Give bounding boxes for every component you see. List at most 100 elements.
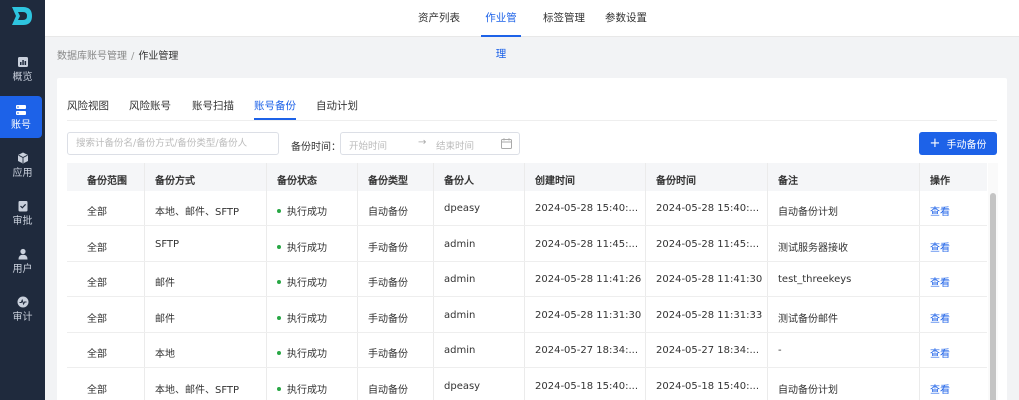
view-link[interactable]: 查看 xyxy=(930,203,950,218)
cell-scope: 全部 xyxy=(87,349,107,360)
subtab-account-backup[interactable]: 账号备份 xyxy=(254,98,296,120)
cell-scope: 全部 xyxy=(87,384,107,396)
status-text: 执行成功 xyxy=(287,207,327,218)
cell-scope: 全部 xyxy=(87,207,107,218)
date-range-picker[interactable]: 开始时间 → 结束时间 xyxy=(340,132,520,155)
subtab-risk-view[interactable]: 风险视图 xyxy=(67,98,109,113)
cell-created-time: 2024-05-18 15:40:... xyxy=(535,380,639,392)
cell-type: 手动备份 xyxy=(368,278,408,289)
server-icon xyxy=(15,104,27,116)
sidebar-item-overview[interactable]: 概览 xyxy=(0,48,45,90)
header-backup-user: 备份人 xyxy=(444,176,474,187)
start-time-input[interactable]: 开始时间 xyxy=(349,138,387,152)
cell-user: admin xyxy=(444,274,476,285)
cell-remark: 自动备份计划 xyxy=(778,207,838,218)
sidebar-item-label: 审批 xyxy=(12,215,33,227)
cell-user: admin xyxy=(444,345,476,356)
cell-method: SFTP xyxy=(155,238,180,250)
status-dot-icon xyxy=(277,209,281,213)
plus-icon: + xyxy=(929,135,941,151)
subtab-risk-accounts[interactable]: 风险账号 xyxy=(129,98,171,113)
manual-backup-label: 手动备份 xyxy=(946,140,987,151)
manual-backup-button[interactable]: + 手动备份 xyxy=(919,132,997,155)
pulse-icon xyxy=(17,296,29,308)
cell-remark: 测试备份邮件 xyxy=(778,313,838,325)
sidebar-item-label: 审计 xyxy=(12,311,33,323)
end-time-input[interactable]: 结束时间 xyxy=(436,138,474,152)
sidebar-item-approval[interactable]: 审批 xyxy=(0,192,45,234)
cell-method: 邮件 xyxy=(155,313,175,325)
cell-remark: 自动备份计划 xyxy=(778,384,838,396)
table-row: 全部 邮件 执行成功 手动备份 admin 2024-05-28 11:41:26 2024… xyxy=(67,262,987,297)
status-text: 执行成功 xyxy=(287,278,327,289)
cell-created-time: 2024-05-28 11:41:26 xyxy=(535,274,642,285)
cell-scope: 全部 xyxy=(87,278,107,289)
cell-status: 执行成功 xyxy=(277,274,327,289)
header-backup-type: 备份类型 xyxy=(368,176,408,187)
chart-icon xyxy=(17,56,29,68)
cell-backup-time: 2024-05-18 15:40:... xyxy=(656,380,760,392)
arrow-right-icon: → xyxy=(418,137,427,148)
status-dot-icon xyxy=(277,244,281,249)
sidebar-item-label: 概览 xyxy=(12,71,33,83)
tab-asset-list[interactable]: 资产列表 xyxy=(418,0,460,37)
table-header: 备份范围 备份方式 备份状态 备份类型 备份人 创建时间 备份时间 备注 操作 xyxy=(67,163,987,191)
cell-status: 执行成功 xyxy=(277,203,327,218)
cell-method: 本地、邮件、SFTP xyxy=(155,207,240,218)
sidebar-item-apps[interactable]: 应用 xyxy=(0,144,45,186)
table-row: 全部 邮件 执行成功 手动备份 admin 2024-05-28 11:31:30 2024… xyxy=(67,298,987,333)
sidebar: 概览 账号 应用 审批 用户 审计 xyxy=(0,0,45,400)
cell-type: 自动备份 xyxy=(368,207,408,218)
breadcrumb-parent[interactable]: 数据库账号管理 xyxy=(57,51,127,62)
status-text: 执行成功 xyxy=(287,313,327,325)
logo-icon[interactable] xyxy=(9,4,35,28)
status-dot-icon xyxy=(277,386,281,391)
table-row: 全部 SFTP 执行成功 手动备份 admin 2024-05-28 11:45:... 2… xyxy=(67,227,987,262)
cell-status: 执行成功 xyxy=(277,345,327,360)
sidebar-item-audit[interactable]: 审计 xyxy=(0,288,45,330)
main-card: 风险视图 风险账号 账号扫描 账号备份 自动计划 备份时间： 开始时间 → 结束… xyxy=(57,78,1007,400)
cell-created-time: 2024-05-28 11:31:30 xyxy=(535,309,642,321)
scrollbar-thumb[interactable] xyxy=(990,193,996,400)
tab-parameter-settings[interactable]: 参数设置 xyxy=(605,0,647,37)
cell-scope: 全部 xyxy=(87,313,107,325)
view-link[interactable]: 查看 xyxy=(930,310,950,325)
cell-type: 自动备份 xyxy=(368,384,408,396)
view-link[interactable]: 查看 xyxy=(930,239,950,254)
view-link[interactable]: 查看 xyxy=(930,274,950,289)
header-backup-time: 备份时间 xyxy=(656,176,696,187)
table-row: 全部 本地、邮件、SFTP 执行成功 自动备份 dpeasy 2024-05-28 15:… xyxy=(67,191,987,226)
header-remark: 备注 xyxy=(778,176,798,187)
view-link[interactable]: 查看 xyxy=(930,345,950,360)
cell-backup-time: 2024-05-27 18:34:... xyxy=(656,345,760,356)
cube-icon xyxy=(17,152,29,164)
subtab-account-scan[interactable]: 账号扫描 xyxy=(192,98,234,113)
sidebar-item-accounts[interactable]: 账号 xyxy=(0,96,42,138)
cell-remark: 测试服务器接收 xyxy=(778,242,848,254)
cell-user: dpeasy xyxy=(444,380,481,392)
cell-created-time: 2024-05-28 15:40:... xyxy=(535,203,639,214)
status-text: 执行成功 xyxy=(287,384,327,396)
sidebar-item-label: 用户 xyxy=(12,263,33,275)
cell-backup-time: 2024-05-28 11:41:30 xyxy=(656,274,763,285)
sidebar-item-users[interactable]: 用户 xyxy=(0,240,45,282)
table-row: 全部 本地、邮件、SFTP 执行成功 自动备份 dpeasy 2024-05-18 15:… xyxy=(67,369,987,400)
cell-user: admin xyxy=(444,309,476,321)
cell-status: 执行成功 xyxy=(277,310,327,325)
sidebar-item-label: 账号 xyxy=(11,119,31,131)
view-link[interactable]: 查看 xyxy=(930,381,950,396)
status-text: 执行成功 xyxy=(287,242,327,254)
cell-backup-time: 2024-05-28 11:31:33 xyxy=(656,309,763,321)
cell-scope: 全部 xyxy=(87,242,107,254)
status-text: 执行成功 xyxy=(287,349,327,360)
tab-job-management[interactable]: 作业管理 xyxy=(481,0,521,60)
search-input[interactable] xyxy=(67,132,279,155)
cell-backup-time: 2024-05-28 15:40:... xyxy=(656,203,760,214)
table-scrollbar[interactable] xyxy=(988,163,998,400)
tab-tag-management[interactable]: 标签管理 xyxy=(543,0,585,37)
calendar-icon xyxy=(501,138,512,149)
cell-created-time: 2024-05-27 18:34:... xyxy=(535,345,639,356)
status-dot-icon xyxy=(277,351,281,355)
subtab-auto-plan[interactable]: 自动计划 xyxy=(316,98,358,113)
header-operation: 操作 xyxy=(930,176,950,187)
